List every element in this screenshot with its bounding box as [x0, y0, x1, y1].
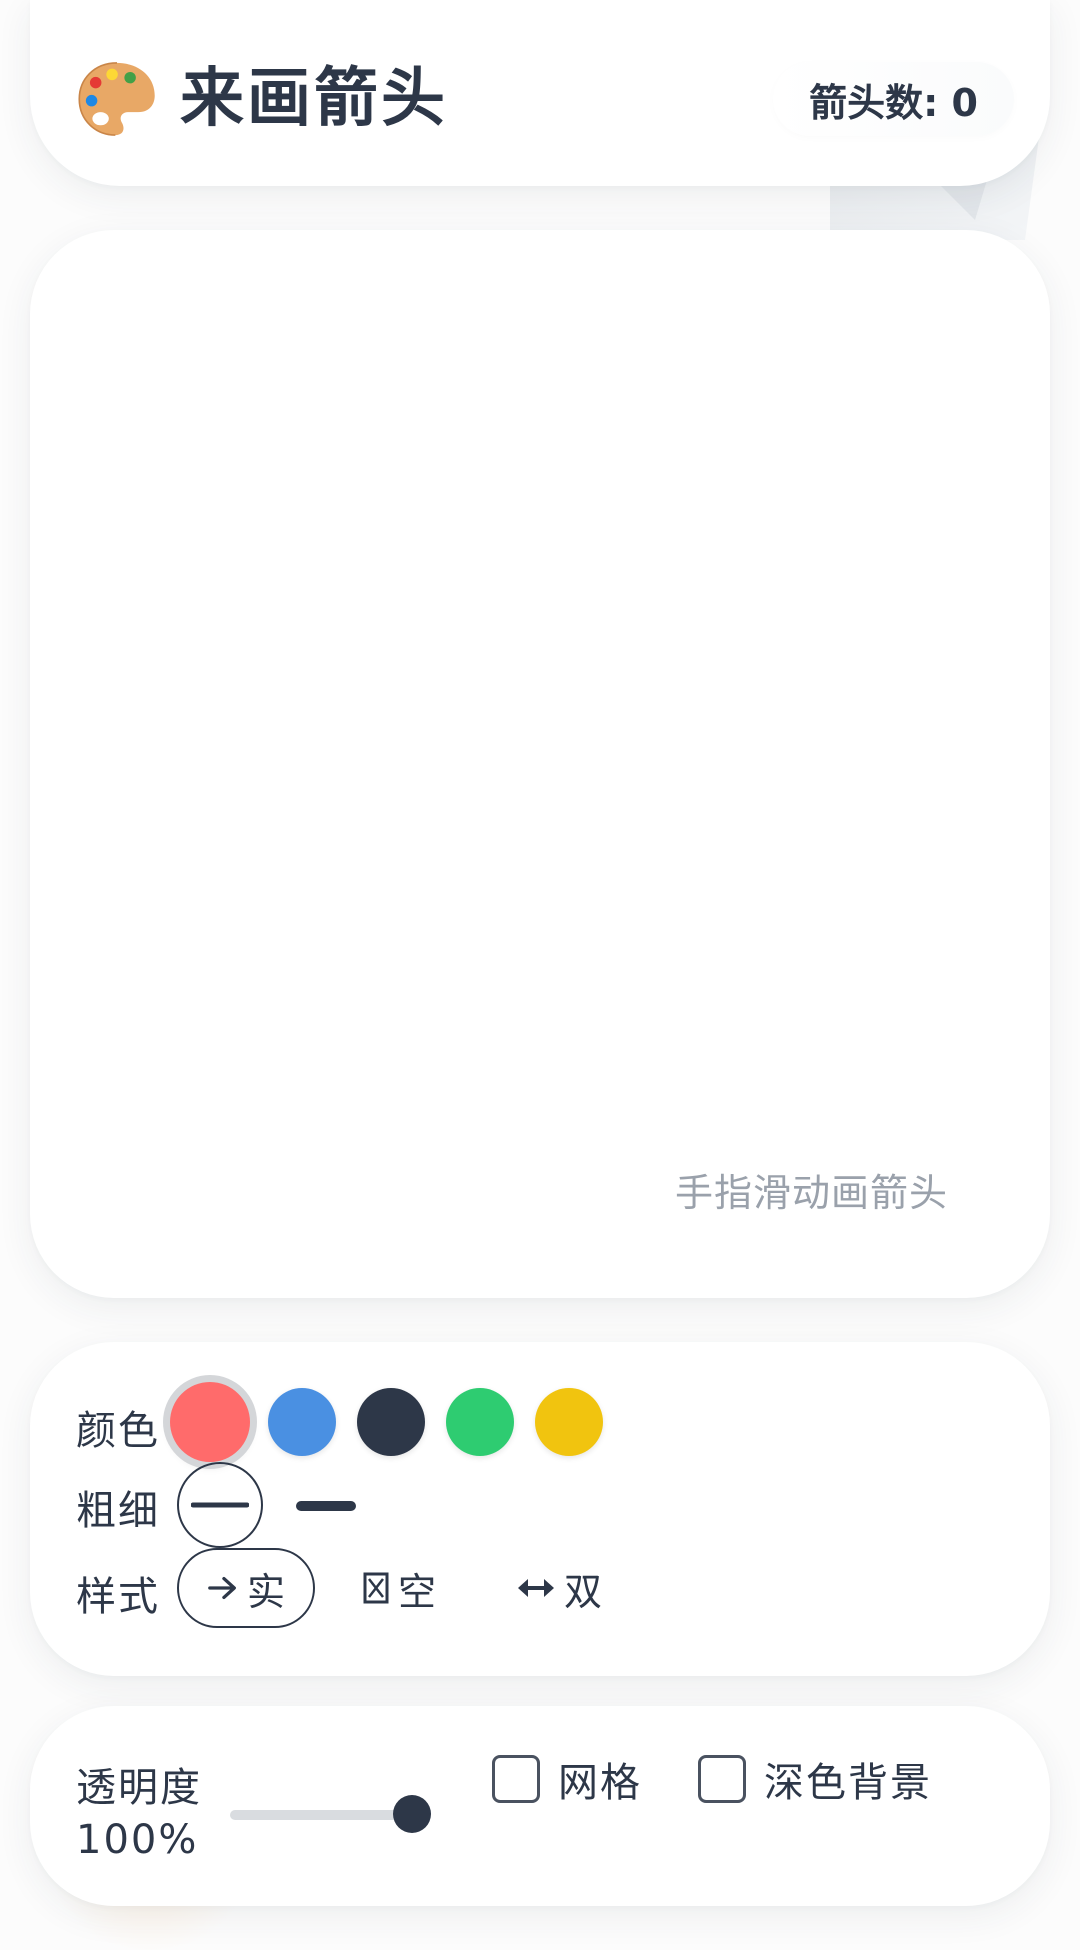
- color-swatch-yellow[interactable]: [535, 1388, 603, 1456]
- style-solid-button[interactable]: 实: [177, 1548, 315, 1628]
- dark-bg-toggle[interactable]: 深色背景: [698, 1750, 932, 1808]
- thin-line-icon: [191, 1502, 249, 1508]
- palette-icon: [78, 62, 155, 136]
- style-solid-label: 实: [246, 1569, 285, 1614]
- grid-checkbox[interactable]: [492, 1755, 540, 1803]
- grid-toggle[interactable]: 网格: [492, 1750, 642, 1808]
- opacity-title: 透明度: [76, 1765, 202, 1811]
- dark-bg-label: 深色背景: [764, 1760, 932, 1806]
- arrow-count-badge: 箭头数: 0: [773, 62, 1014, 136]
- style-double-button[interactable]: 双: [516, 1548, 602, 1628]
- canvas-hint: 手指滑动画箭头: [674, 1171, 948, 1215]
- style-hollow-label: 空: [398, 1569, 437, 1614]
- style-hollow-button[interactable]: 空: [362, 1548, 436, 1628]
- width-label: 粗细: [76, 1488, 160, 1534]
- drawing-canvas[interactable]: 手指滑动画箭头: [30, 230, 1050, 1298]
- hollow-box-icon: [363, 1572, 389, 1604]
- color-swatch-green[interactable]: [446, 1388, 514, 1456]
- opacity-slider-track[interactable]: [230, 1810, 408, 1820]
- color-swatch-red[interactable]: [170, 1382, 250, 1462]
- style-label: 样式: [76, 1574, 160, 1620]
- arrow-right-icon: [208, 1576, 236, 1600]
- dark-bg-checkbox[interactable]: [698, 1755, 746, 1803]
- color-swatch-blue[interactable]: [268, 1388, 336, 1456]
- opacity-label: 透明度 100%: [76, 1762, 202, 1866]
- color-label: 颜色: [76, 1408, 160, 1454]
- settings-panel: 透明度 100% 网格 深色背景: [30, 1706, 1050, 1906]
- style-double-label: 双: [564, 1569, 603, 1614]
- width-thick-button[interactable]: [292, 1476, 360, 1536]
- app-header: 来画箭头 箭头数: 0: [30, 0, 1050, 186]
- double-arrow-icon: [518, 1579, 554, 1597]
- width-thin-button[interactable]: [177, 1462, 263, 1548]
- grid-label: 网格: [558, 1760, 642, 1806]
- color-swatch-dark[interactable]: [357, 1388, 425, 1456]
- thick-line-icon: [296, 1501, 356, 1511]
- opacity-slider-thumb[interactable]: [393, 1795, 431, 1833]
- opacity-value: 100%: [76, 1817, 199, 1863]
- toolbar-panel: 颜色 粗细 样式 实 空 双: [30, 1342, 1050, 1676]
- app-title: 来画箭头: [180, 62, 448, 136]
